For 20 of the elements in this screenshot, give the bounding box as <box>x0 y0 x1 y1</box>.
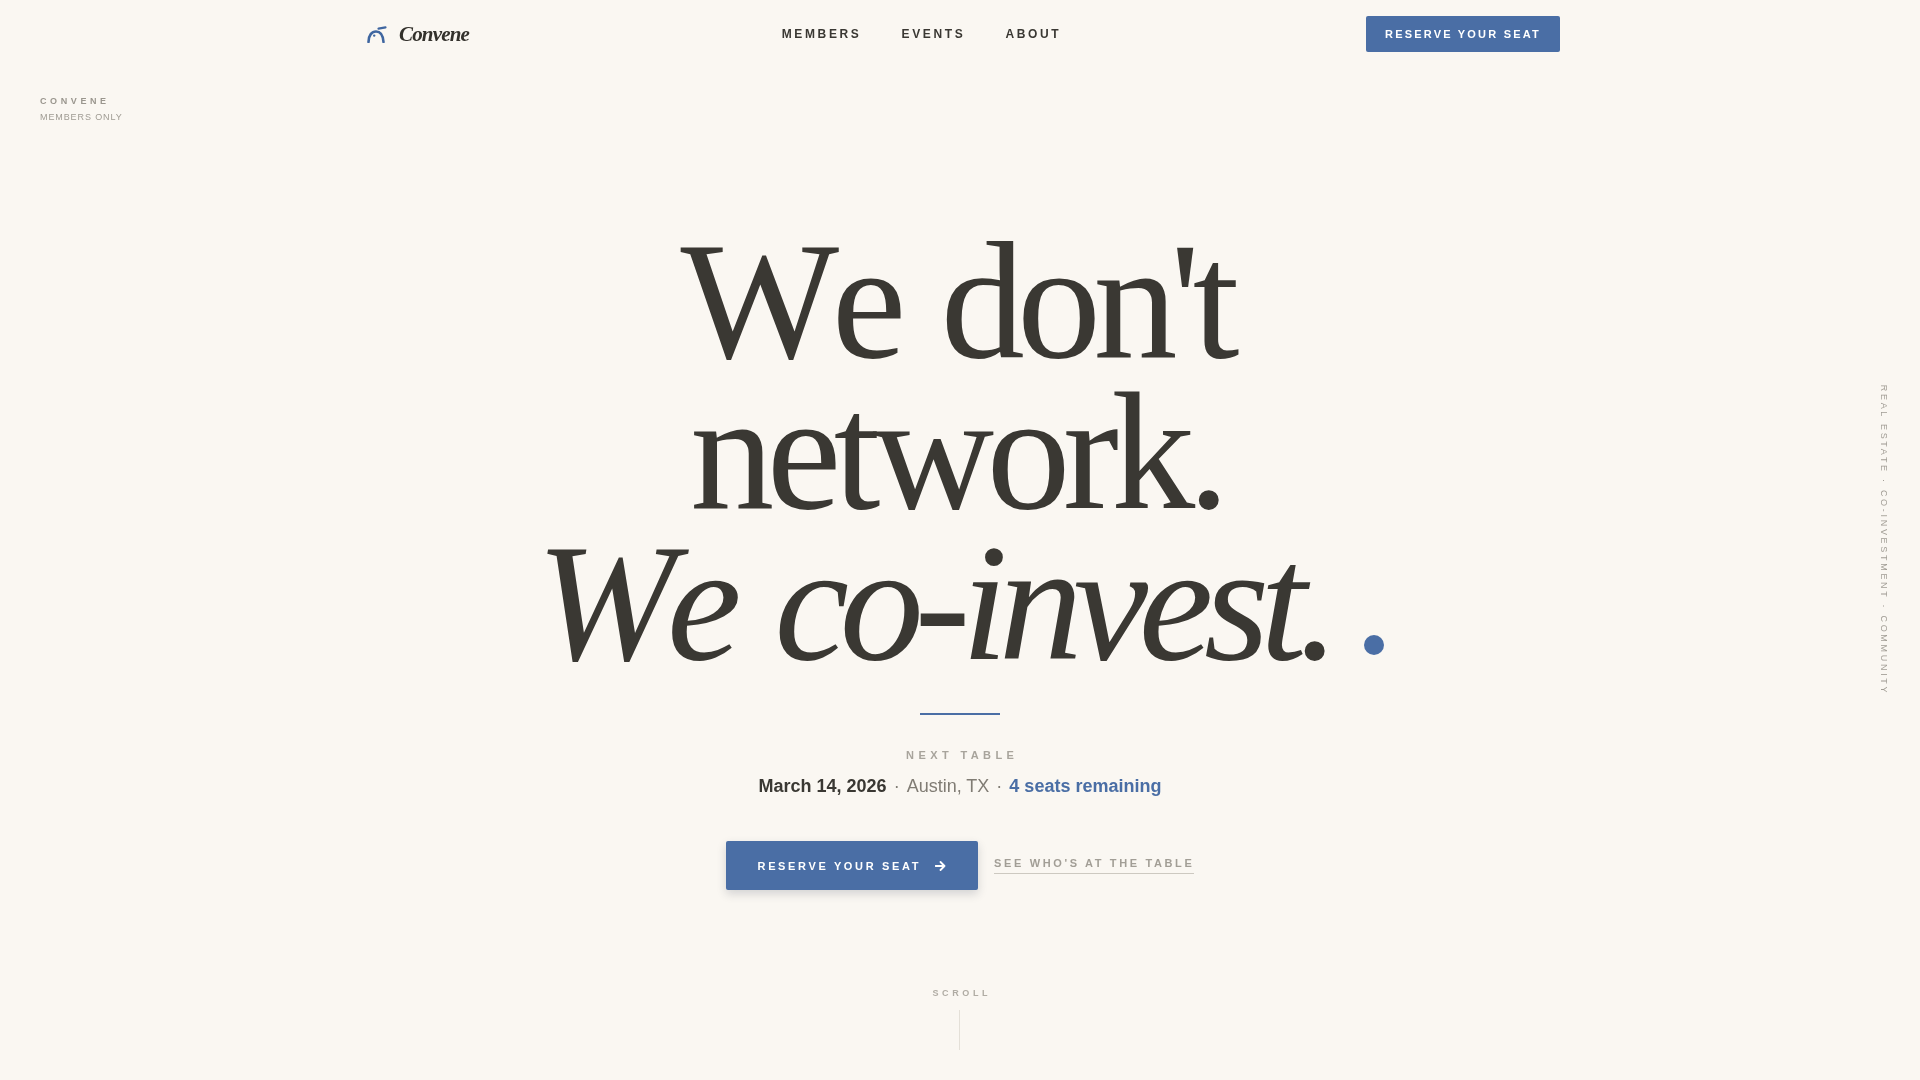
section-label: NEXT TABLE <box>906 748 1019 763</box>
accent-dot-icon <box>1363 635 1384 655</box>
seats-remaining: 4 seats remaining <box>1009 775 1162 798</box>
reserve-seat-button[interactable]: RESERVE YOUR SEAT <box>1366 16 1560 52</box>
brand-name[interactable]: Convene <box>399 21 471 47</box>
tagline: MEMBERS ONLY <box>40 112 123 123</box>
vertical-tagline: REAL ESTATE · CO-INVESTMENT · COMMUNITY <box>1878 384 1890 696</box>
event-location: Austin, TX <box>906 775 990 798</box>
headline-line: We co-invest. <box>536 509 1340 695</box>
separator: · <box>996 775 1003 798</box>
nav-link[interactable]: EVENTS <box>901 27 966 41</box>
event-date: March 14, 2026 <box>758 775 887 798</box>
nav-link[interactable]: ABOUT <box>1005 27 1062 41</box>
brand-label: CONVENE <box>40 96 111 107</box>
nav-link[interactable]: MEMBERS <box>781 27 862 41</box>
scroll-label: SCROLL <box>932 988 992 998</box>
reserve-seat-button[interactable]: RESERVE YOUR SEAT <box>725 841 978 890</box>
arrow-icon <box>935 860 946 871</box>
separator: · <box>893 775 900 798</box>
logo-icon <box>366 25 387 43</box>
